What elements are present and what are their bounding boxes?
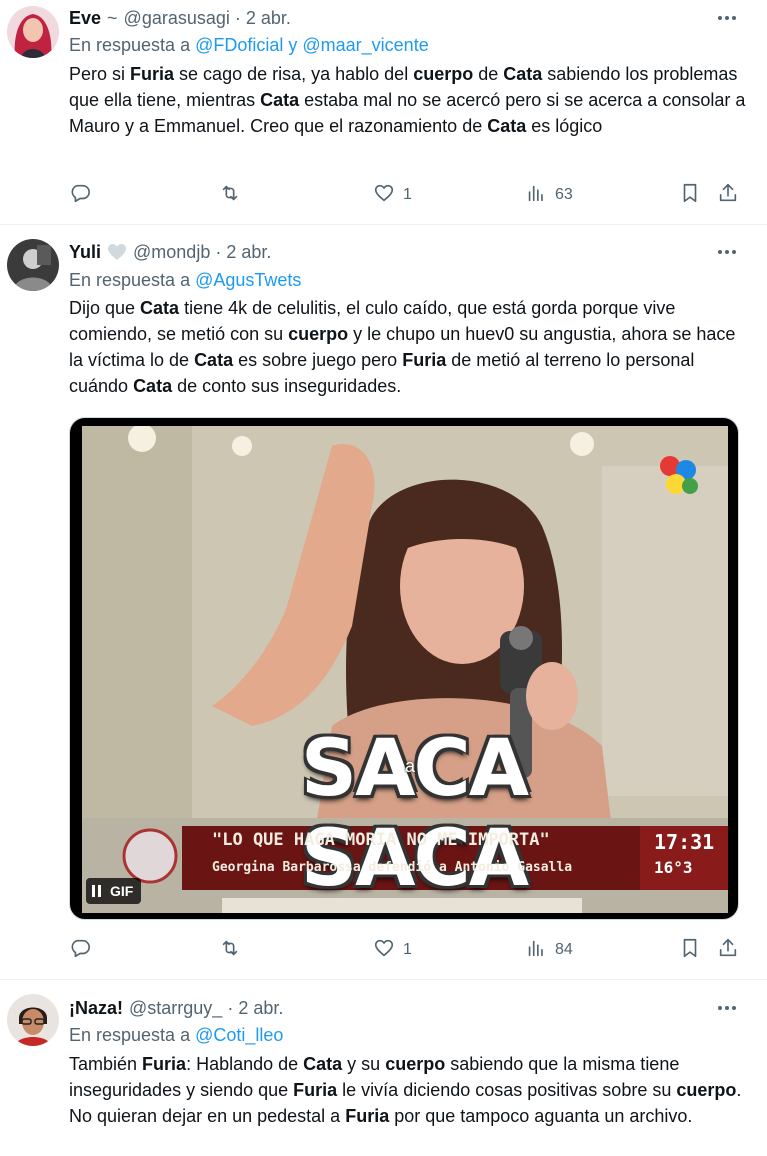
retweet-icon [219, 182, 241, 209]
display-name[interactable]: Yuli [69, 242, 101, 263]
gif-badge[interactable]: GIF [86, 878, 142, 904]
like-icon [373, 937, 395, 964]
highlighted-word: cuerpo [288, 324, 349, 344]
highlighted-word: cuerpo [385, 1054, 446, 1074]
reply-context: En respuesta a @Coti_lleo [69, 1025, 283, 1046]
separator-dot: · [215, 241, 222, 262]
tweet-gif[interactable]: SACA SACA a "LO QUE HAGA MORIA NO ME IMP… [69, 417, 739, 920]
display-name[interactable]: ¡Naza! [69, 998, 123, 1019]
gif-temperature: 16°3 [654, 858, 693, 877]
tweet-text: También Furia: Hablando de Cata y su cue… [69, 1054, 742, 1126]
highlighted-word: Cata [503, 64, 543, 84]
more-icon[interactable] [715, 6, 739, 30]
display-name[interactable]: Eve [69, 8, 101, 29]
like-button[interactable]: 1 [373, 938, 412, 962]
gif-clock: 17:31 [654, 830, 715, 854]
reply-icon [69, 182, 91, 209]
reply-prefix: En respuesta a [69, 1025, 191, 1045]
tweet-header: Eve ~ @garasusagi · 2 abr. [69, 6, 291, 30]
views-icon [525, 937, 547, 964]
share-button[interactable] [717, 183, 739, 207]
highlighted-word: Cata [303, 1054, 343, 1074]
reply-button[interactable] [69, 183, 91, 207]
tweet-3[interactable]: ¡Naza! @starrguy_ · 2 abr. En respuesta … [0, 980, 767, 1156]
views-icon [525, 182, 547, 209]
highlighted-word: Cata [487, 116, 527, 136]
user-handle[interactable]: @mondjb [133, 242, 210, 263]
share-icon [717, 937, 739, 964]
separator-dot: · [234, 7, 241, 28]
highlighted-word: Cata [260, 90, 300, 110]
gif-caption-line-2: Georgina Barbarossa defendió a Antonio G… [212, 860, 573, 875]
pause-icon[interactable] [92, 885, 104, 897]
highlighted-word: Furia [130, 64, 175, 84]
gif-frame: SACA SACA a "LO QUE HAGA MORIA NO ME IMP… [82, 426, 728, 913]
highlighted-word: Furia [345, 1106, 390, 1126]
reply-context: En respuesta a @AgusTwets [69, 270, 301, 291]
more-icon[interactable] [715, 240, 739, 264]
user-handle[interactable]: @garasusagi [124, 8, 230, 29]
heart-badge-icon [107, 243, 127, 261]
more-icon[interactable] [715, 996, 739, 1020]
highlighted-word: Cata [133, 376, 173, 396]
highlighted-word: cuerpo [413, 64, 474, 84]
views-button[interactable]: 84 [525, 938, 573, 962]
tweet-date[interactable]: 2 abr. [246, 8, 291, 29]
retweet-button[interactable] [219, 938, 241, 962]
separator-dot: · [227, 997, 234, 1018]
name-suffix: ~ [107, 7, 118, 28]
gif-caption-line-1: "LO QUE HAGA MORIA NO ME IMPORTA" [212, 830, 550, 850]
tweet-date[interactable]: 2 abr. [238, 998, 283, 1019]
avatar[interactable] [7, 994, 59, 1046]
views-button[interactable]: 63 [525, 183, 573, 207]
tweet-actions: 1 84 [69, 938, 749, 962]
tweet-text: Dijo que Cata tiene 4k de celulitis, el … [69, 298, 736, 396]
like-button[interactable]: 1 [373, 183, 412, 207]
reply-prefix: En respuesta a [69, 270, 191, 290]
share-button[interactable] [717, 938, 739, 962]
bookmark-icon [679, 937, 701, 964]
retweet-icon [219, 937, 241, 964]
reply-context: En respuesta a @FDoficial y @maar_vicent… [69, 35, 429, 56]
bookmark-icon [679, 182, 701, 209]
highlighted-word: Furia [402, 350, 447, 370]
highlighted-word: Furia [293, 1080, 338, 1100]
highlighted-word: Furia [142, 1054, 187, 1074]
tweet-actions: 1 63 [69, 183, 749, 207]
tweet-2[interactable]: Yuli @mondjb · 2 abr. En respuesta a @Ag… [0, 225, 767, 980]
views-count: 84 [555, 941, 573, 958]
views-count: 63 [555, 186, 573, 203]
tweet-date[interactable]: 2 abr. [226, 242, 271, 263]
like-count: 1 [403, 941, 412, 958]
share-icon [717, 182, 739, 209]
user-handle[interactable]: @starrguy_ [129, 998, 222, 1019]
avatar[interactable] [7, 239, 59, 291]
reply-button[interactable] [69, 938, 91, 962]
gif-overlay-title: SACA SACA [300, 724, 529, 904]
like-count: 1 [403, 186, 412, 203]
retweet-button[interactable] [219, 183, 241, 207]
tweet-1[interactable]: Eve ~ @garasusagi · 2 abr. En respuesta … [0, 0, 767, 225]
gif-overlay-small: a [405, 756, 416, 776]
reply-mention[interactable]: @Coti_lleo [195, 1025, 283, 1045]
tweet-text: Pero si Furia se cago de risa, ya hablo … [69, 64, 746, 136]
like-icon [373, 182, 395, 209]
tweet-header: ¡Naza! @starrguy_ · 2 abr. [69, 996, 283, 1020]
reply-icon [69, 937, 91, 964]
reply-prefix: En respuesta a [69, 35, 191, 55]
gif-label: GIF [110, 883, 134, 899]
tweet-header: Yuli @mondjb · 2 abr. [69, 240, 271, 264]
highlighted-word: Cata [140, 298, 180, 318]
bookmark-button[interactable] [679, 183, 701, 207]
highlighted-word: Cata [194, 350, 234, 370]
bookmark-button[interactable] [679, 938, 701, 962]
reply-mention[interactable]: @AgusTwets [195, 270, 301, 290]
reply-mention[interactable]: @FDoficial y @maar_vicente [195, 35, 429, 55]
avatar[interactable] [7, 6, 59, 58]
highlighted-word: cuerpo [676, 1080, 737, 1100]
